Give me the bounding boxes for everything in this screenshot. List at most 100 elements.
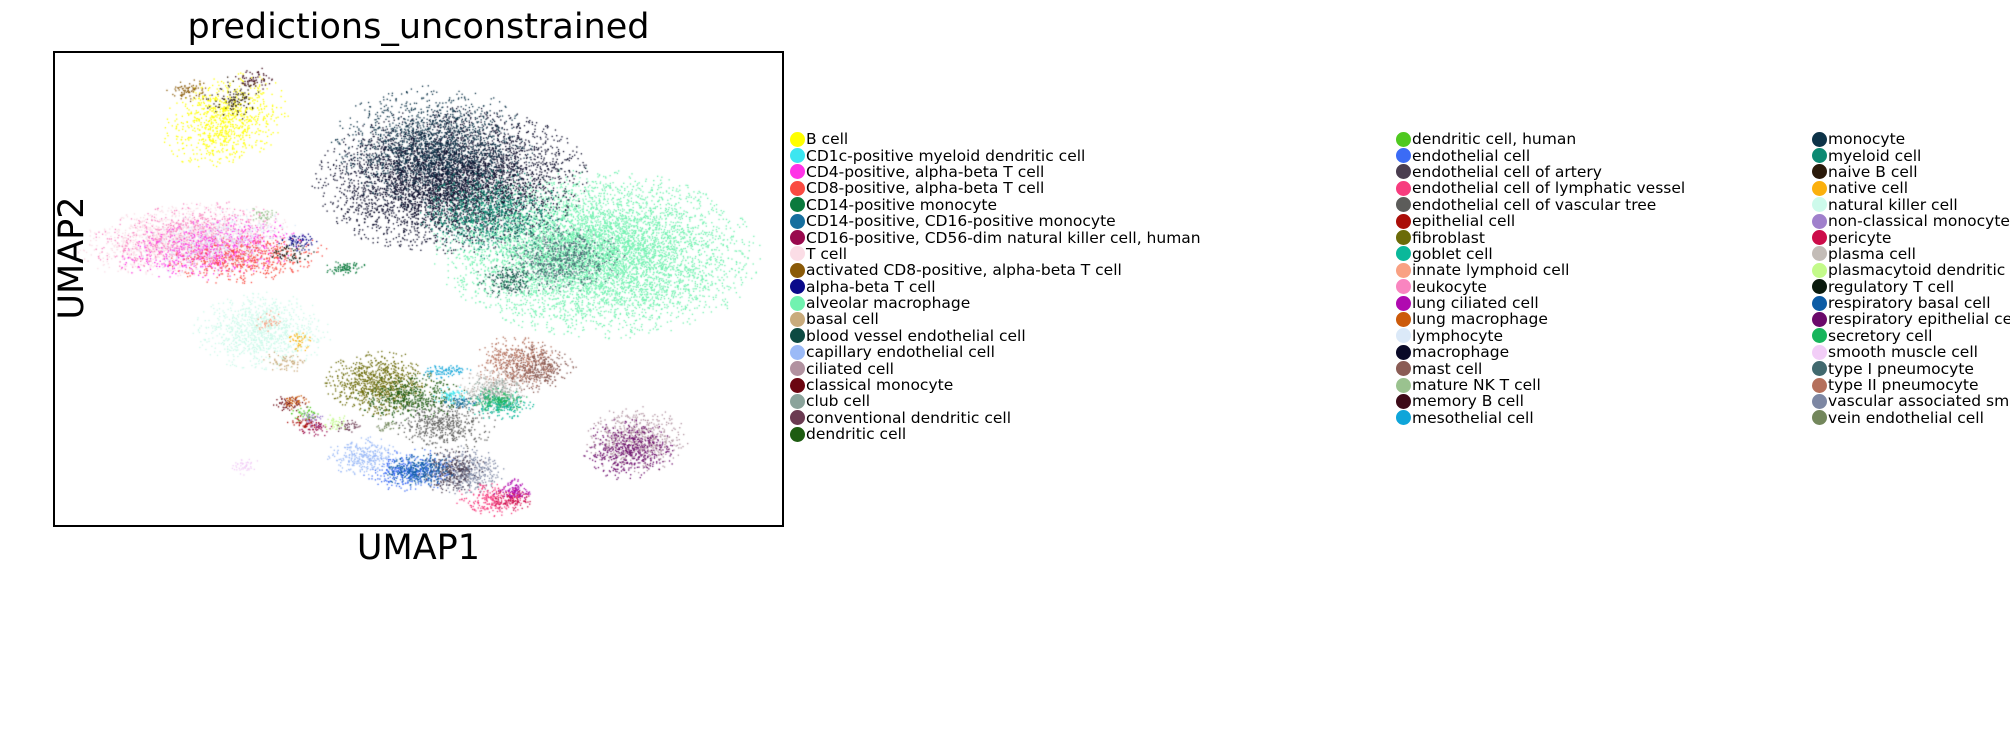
legend-item-label: classical monocyte <box>806 376 954 395</box>
legend-swatch-icon <box>1396 279 1411 295</box>
legend-item[interactable]: secretory cell <box>1812 328 2010 344</box>
legend-item-label: blood vessel endothelial cell <box>806 326 1026 345</box>
legend-item[interactable]: club cell <box>790 393 1201 409</box>
legend-item[interactable]: CD14-positive monocyte <box>790 197 1201 213</box>
legend-item[interactable]: leukocyte <box>1396 279 1685 295</box>
legend-item[interactable]: type I pneumocyte <box>1812 360 2010 377</box>
legend-item-label: memory B cell <box>1412 392 1524 411</box>
legend-item[interactable]: plasmacytoid dendritic cell <box>1812 262 2010 278</box>
legend-item[interactable]: T cell <box>790 246 1201 262</box>
legend-item-label: CD14-positive monocyte <box>806 195 997 214</box>
legend-item-label: B cell <box>806 130 849 149</box>
legend-item[interactable]: vascular associated smooth muscle cell <box>1812 393 2010 409</box>
legend-swatch-icon <box>790 197 805 213</box>
legend-item[interactable]: basal cell <box>790 311 1201 327</box>
umap-scatter-canvas <box>55 53 782 525</box>
legend-item[interactable]: naive B cell <box>1812 164 2010 180</box>
legend-item-label: secretory cell <box>1828 326 1933 345</box>
legend-item[interactable]: type II pneumocyte <box>1812 377 2010 393</box>
legend-swatch-icon <box>1396 197 1411 213</box>
legend-item[interactable]: pericyte <box>1812 229 2010 246</box>
legend-swatch-icon <box>1396 328 1411 344</box>
legend-item[interactable]: classical monocyte <box>790 377 1201 393</box>
legend-item[interactable]: activated CD8-positive, alpha-beta T cel… <box>790 262 1201 278</box>
legend-swatch-icon <box>1812 344 1827 360</box>
legend-item[interactable]: myeloid cell <box>1812 147 2010 164</box>
legend-swatch-icon <box>1812 393 1827 409</box>
legend-item-label: type II pneumocyte <box>1828 376 1979 395</box>
legend-item[interactable]: goblet cell <box>1396 246 1685 262</box>
legend-item[interactable]: ciliated cell <box>790 360 1201 377</box>
legend-item[interactable]: mature NK T cell <box>1396 377 1685 393</box>
legend-item[interactable]: endothelial cell of artery <box>1396 164 1685 180</box>
legend-swatch-icon <box>1396 377 1411 393</box>
legend-item[interactable]: CD8-positive, alpha-beta T cell <box>790 180 1201 196</box>
legend-swatch-icon <box>790 426 805 442</box>
legend-item[interactable]: CD14-positive, CD16-positive monocyte <box>790 213 1201 229</box>
legend-item-label: smooth muscle cell <box>1828 343 1978 362</box>
legend-swatch-icon <box>1396 311 1411 327</box>
legend-item-label: mast cell <box>1412 359 1483 378</box>
legend-item[interactable]: epithelial cell <box>1396 213 1685 229</box>
legend-item[interactable]: CD4-positive, alpha-beta T cell <box>790 164 1201 180</box>
legend-swatch-icon <box>790 393 805 409</box>
legend-swatch-icon <box>790 295 805 311</box>
legend-item[interactable]: memory B cell <box>1396 393 1685 409</box>
legend-item[interactable]: respiratory epithelial cell <box>1812 311 2010 327</box>
y-axis-label: UMAP2 <box>52 196 92 320</box>
legend-item-label: CD14-positive, CD16-positive monocyte <box>806 212 1116 231</box>
legend-item[interactable]: endothelial cell of lymphatic vessel <box>1396 180 1685 196</box>
legend-item[interactable]: alveolar macrophage <box>790 295 1201 311</box>
legend-item[interactable]: fibroblast <box>1396 229 1685 246</box>
legend-swatch-icon <box>790 131 805 147</box>
legend-item-label: native cell <box>1828 179 1909 198</box>
legend-item[interactable]: natural killer cell <box>1812 197 2010 213</box>
legend-swatch-icon <box>790 311 805 327</box>
legend-item[interactable]: alpha-beta T cell <box>790 279 1201 295</box>
legend-item[interactable]: conventional dendritic cell <box>790 410 1201 426</box>
legend-item[interactable]: blood vessel endothelial cell <box>790 328 1201 344</box>
legend-item-label: respiratory basal cell <box>1828 294 1991 313</box>
legend-item[interactable]: dendritic cell <box>790 426 1201 442</box>
legend-swatch-icon <box>1812 361 1827 377</box>
legend-item-label: lung macrophage <box>1412 310 1548 329</box>
legend-item[interactable]: monocyte <box>1812 131 2010 147</box>
legend-swatch-icon <box>1812 131 1827 147</box>
legend-swatch-icon <box>1812 279 1827 295</box>
legend-item[interactable]: mesothelial cell <box>1396 410 1685 426</box>
legend-swatch-icon <box>790 213 805 229</box>
plot-axes-frame <box>53 51 784 527</box>
legend-swatch-icon <box>790 377 805 393</box>
legend-item[interactable]: native cell <box>1812 180 2010 196</box>
legend-swatch-icon <box>1396 180 1411 196</box>
legend-item[interactable]: innate lymphoid cell <box>1396 262 1685 278</box>
legend-item[interactable]: endothelial cell <box>1396 147 1685 164</box>
legend-swatch-icon <box>790 180 805 196</box>
legend-column-3: monocyte myeloid cell naive B cell native c… <box>1812 131 2010 426</box>
legend-item[interactable]: lung macrophage <box>1396 311 1685 327</box>
legend-item-label: T cell <box>806 244 848 263</box>
legend-swatch-icon <box>1812 213 1827 229</box>
legend-item[interactable]: lymphocyte <box>1396 328 1685 344</box>
legend-item[interactable]: vein endothelial cell <box>1812 410 2010 426</box>
legend-item[interactable]: plasma cell <box>1812 246 2010 262</box>
legend-item[interactable]: mast cell <box>1396 359 1685 378</box>
legend-item[interactable]: smooth muscle cell <box>1812 344 2010 360</box>
legend-item[interactable]: capillary endothelial cell <box>790 344 1201 360</box>
legend-item[interactable]: lung ciliated cell <box>1396 295 1685 311</box>
legend-swatch-icon <box>1812 311 1827 327</box>
legend-item[interactable]: non-classical monocyte <box>1812 213 2010 229</box>
legend-item[interactable]: endothelial cell of vascular tree <box>1396 197 1685 213</box>
legend-item[interactable]: macrophage <box>1396 344 1685 360</box>
legend-item[interactable]: regulatory T cell <box>1812 279 2010 295</box>
legend-item[interactable]: dendritic cell, human <box>1396 131 1685 147</box>
legend-item[interactable]: respiratory basal cell <box>1812 295 2010 311</box>
legend-swatch-icon <box>790 230 805 246</box>
legend-swatch-icon <box>1812 328 1827 344</box>
x-axis-label: UMAP1 <box>356 528 481 568</box>
legend-item[interactable]: B cell <box>790 131 1201 147</box>
legend-swatch-icon <box>1812 230 1827 246</box>
legend-item-label: endothelial cell of artery <box>1412 162 1602 181</box>
legend-item[interactable]: CD1c-positive myeloid dendritic cell <box>790 147 1201 164</box>
legend-item[interactable]: CD16-positive, CD56-dim natural killer c… <box>790 229 1201 246</box>
